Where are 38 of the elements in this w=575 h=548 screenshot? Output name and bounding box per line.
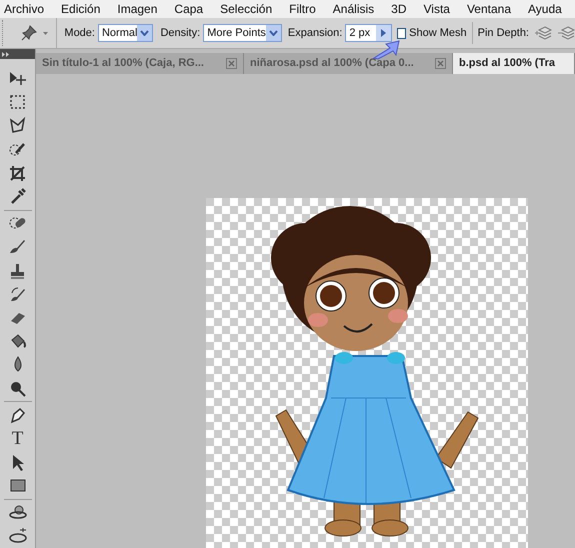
density-dropdown[interactable]: More Points <box>203 24 282 42</box>
menu-item[interactable]: Edición <box>61 0 100 18</box>
pen-tool-icon[interactable] <box>8 406 27 425</box>
triangle-right-icon[interactable] <box>380 29 386 37</box>
menu-item[interactable]: Análisis <box>332 0 374 18</box>
field-label: Density: <box>160 26 200 41</box>
expansion-field[interactable]: 2 px <box>345 24 392 42</box>
show-mesh-checkbox[interactable] <box>396 28 406 38</box>
lasso-tool-icon[interactable] <box>8 116 27 136</box>
menu-item[interactable]: 3D <box>391 0 406 18</box>
menu-item[interactable]: Imagen <box>117 0 158 18</box>
menu-item[interactable]: Ayuda <box>528 0 562 18</box>
menu-item[interactable]: Archivo <box>4 0 44 18</box>
menu-item[interactable]: Ventana <box>466 0 512 18</box>
stack-up-icon[interactable] <box>534 24 552 42</box>
type-tool[interactable]: T <box>12 429 24 448</box>
collapse-icon[interactable] <box>2 52 10 56</box>
stack-down-icon[interactable] <box>557 24 575 42</box>
field-label: Expansion: <box>288 26 342 41</box>
field-label: Pin Depth: <box>478 26 529 41</box>
history-brush-tool-icon[interactable] <box>8 284 27 304</box>
field-label: Mode: <box>64 26 95 41</box>
marquee-tool-icon[interactable] <box>8 92 27 112</box>
crop-tool-icon[interactable] <box>8 164 27 183</box>
dodge-tool-icon[interactable] <box>8 379 27 398</box>
menu-item[interactable]: Capa <box>174 0 204 18</box>
mode-dropdown[interactable]: Normal <box>98 24 154 42</box>
chevron-down-icon[interactable] <box>140 30 150 36</box>
stamp-tool-icon[interactable] <box>8 261 27 280</box>
menu-item[interactable]: Selección <box>220 0 272 18</box>
document-tab[interactable]: b.psd al 100% (Tra <box>453 53 575 74</box>
menu-item[interactable]: Filtro <box>289 0 316 18</box>
checkbox-label: Show Mesh <box>409 22 473 44</box>
menu-item[interactable]: Vista <box>424 0 450 18</box>
pushpin-icon <box>21 25 38 41</box>
caret-icon[interactable] <box>43 32 48 34</box>
pointer-arrow-drawing <box>372 40 400 60</box>
chevron-down-icon[interactable] <box>268 30 278 36</box>
